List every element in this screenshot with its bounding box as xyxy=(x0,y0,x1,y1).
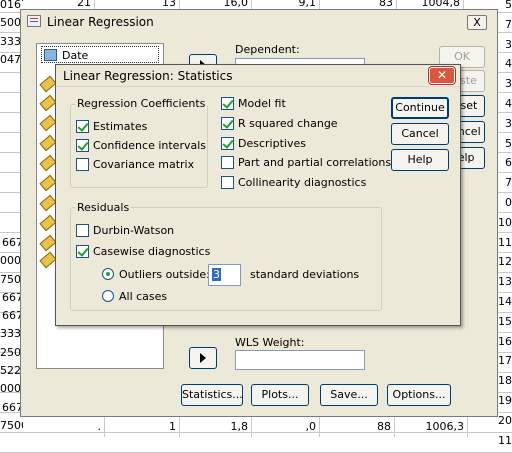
sheet-cell: 14 xyxy=(498,295,512,308)
confidence-intervals-checkbox[interactable] xyxy=(76,139,89,152)
sheet-cell: ,0 xyxy=(250,417,320,437)
statistics-dialog: Linear Regression: Statistics ✕ Regressi… xyxy=(55,64,461,326)
sheet-cell: 1006,3 xyxy=(398,417,468,437)
sheet-cell: 17 xyxy=(498,354,512,368)
sheet-cell: 10 xyxy=(498,215,512,229)
durbin-watson-label: Durbin-Watson xyxy=(93,224,175,237)
sheet-cell: 1,8 xyxy=(182,417,252,437)
right-arrow-icon xyxy=(200,353,206,363)
durbin-watson-checkbox[interactable] xyxy=(76,224,89,237)
group-label: Regression Coefficients xyxy=(75,97,208,110)
group-label: Residuals xyxy=(75,201,132,214)
save-button[interactable]: Save... xyxy=(320,384,378,406)
sheet-cell: 12 xyxy=(498,255,512,269)
sheet-cell: 18 xyxy=(498,374,512,388)
estimates-label: Estimates xyxy=(93,120,148,133)
sheet-cell: . xyxy=(35,417,105,437)
sheet-cell: 3 xyxy=(505,37,512,51)
sheet-cell: 20 xyxy=(498,413,512,427)
standard-deviations-label: standard deviations xyxy=(250,268,360,281)
part-partial-correlations-checkbox[interactable] xyxy=(221,156,234,169)
sheet-cell: 19 xyxy=(498,394,512,407)
cancel-button[interactable]: Cancel xyxy=(391,123,449,145)
collinearity-diagnostics-label: Collinearity diagnostics xyxy=(238,176,367,189)
collinearity-diagnostics-checkbox[interactable] xyxy=(221,176,234,189)
window-title: Linear Regression xyxy=(47,15,154,29)
close-button[interactable]: X xyxy=(467,15,487,30)
covariance-matrix-label: Covariance matrix xyxy=(93,158,195,171)
title-bar: Linear Regression: Statistics ✕ xyxy=(56,65,460,87)
descriptives-checkbox[interactable] xyxy=(221,137,234,150)
wls-label: WLS Weight: xyxy=(235,336,305,349)
model-fit-label: Model fit xyxy=(238,97,286,110)
sheet-cell: 11 xyxy=(498,235,512,249)
sheet-cell: 4 xyxy=(505,97,512,110)
sheet-cell: 6 xyxy=(505,156,512,170)
sheet-cell: 16 xyxy=(498,334,512,348)
sheet-cell: 88 xyxy=(325,417,395,437)
outliers-outside-radio[interactable] xyxy=(102,268,114,280)
sheet-cell: 4 xyxy=(505,57,512,71)
model-fit-checkbox[interactable] xyxy=(221,97,234,110)
list-item[interactable]: Date xyxy=(41,46,159,63)
app-icon xyxy=(27,15,41,27)
sheet-cell: 3 xyxy=(505,77,512,91)
all-cases-label: All cases xyxy=(119,290,168,303)
dependent-label: Dependent: xyxy=(235,43,300,56)
options-button[interactable]: Options... xyxy=(387,384,451,406)
wls-field[interactable] xyxy=(235,350,365,370)
sheet-cell: 3 xyxy=(505,116,512,130)
r-squared-change-checkbox[interactable] xyxy=(221,117,234,130)
sheet-cell: 7500 xyxy=(0,418,23,432)
residuals-group xyxy=(70,207,382,311)
outliers-value-input[interactable]: 3 xyxy=(208,264,241,286)
all-cases-radio[interactable] xyxy=(102,290,114,302)
sheet-cell: 5 xyxy=(505,0,512,11)
sheet-cell: 7 xyxy=(505,176,512,190)
confidence-intervals-label: Confidence intervals xyxy=(93,139,207,152)
estimates-checkbox[interactable] xyxy=(76,120,89,133)
sheet-cell: 5 xyxy=(505,136,512,150)
descriptives-label: Descriptives xyxy=(238,137,306,150)
sheet-cell: 7 xyxy=(505,17,512,31)
sheet-cell: 11 xyxy=(498,433,512,447)
statistics-button[interactable]: Statistics... xyxy=(181,384,243,406)
outliers-outside-label: Outliers outside: xyxy=(119,268,210,281)
sheet-cell: 13 xyxy=(498,275,512,289)
title-bar: Linear Regression X xyxy=(21,10,497,34)
sheet-cell: 15 xyxy=(498,314,512,328)
part-partial-correlations-label: Part and partial correlations xyxy=(238,156,392,169)
dialog-title: Linear Regression: Statistics xyxy=(63,69,233,83)
sheet-cell: 1 xyxy=(110,417,180,437)
outliers-value: 3 xyxy=(212,268,221,281)
list-item-label: Date xyxy=(62,49,89,62)
casewise-diagnostics-label: Casewise diagnostics xyxy=(93,245,211,258)
casewise-diagnostics-checkbox[interactable] xyxy=(76,245,89,258)
sheet-cell: 0 xyxy=(505,196,512,209)
move-wls-button[interactable] xyxy=(189,347,217,369)
plots-button[interactable]: Plots... xyxy=(251,384,309,406)
help-button[interactable]: Help xyxy=(391,149,449,171)
close-button[interactable]: ✕ xyxy=(429,67,455,84)
r-squared-change-label: R squared change xyxy=(238,117,338,130)
close-icon: X xyxy=(473,16,481,29)
close-icon: ✕ xyxy=(436,68,448,82)
covariance-matrix-checkbox[interactable] xyxy=(76,158,89,171)
continue-button[interactable]: Continue xyxy=(391,97,449,119)
scale-variable-icon xyxy=(44,49,57,61)
